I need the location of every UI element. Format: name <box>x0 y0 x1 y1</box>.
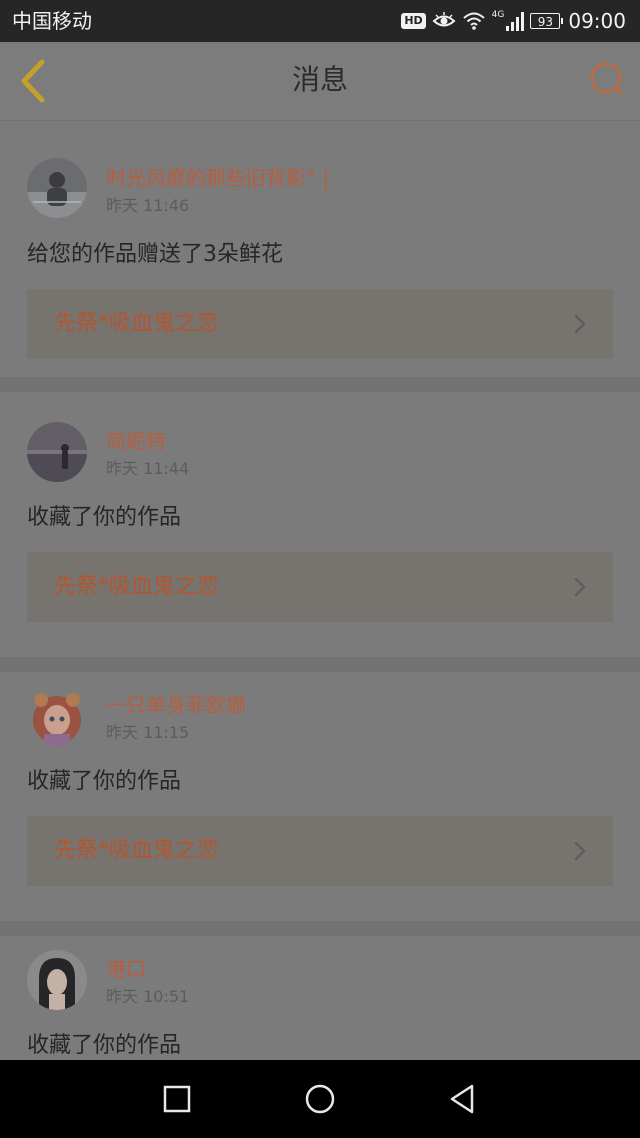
recent-apps-icon[interactable] <box>160 1082 194 1116</box>
chevron-right-icon <box>574 314 586 334</box>
back-icon[interactable] <box>446 1082 480 1116</box>
divider <box>0 657 640 672</box>
work-title: 先祭*吸血鬼之恋 <box>54 838 220 863</box>
message-text: 给您的作品赠送了3朵鲜花 <box>27 242 283 267</box>
timestamp: 昨天 11:46 <box>106 196 190 215</box>
message-text: 收藏了你的作品 <box>27 769 182 794</box>
status-icons: HD 4G 93 09:00 <box>401 8 626 34</box>
carrier-name: 中国移动 <box>12 9 92 33</box>
search-button[interactable] <box>586 60 626 100</box>
wifi-icon <box>462 12 485 30</box>
system-navigation-bar <box>0 1060 640 1138</box>
home-icon[interactable] <box>303 1082 337 1116</box>
message-text: 收藏了你的作品 <box>27 1033 182 1058</box>
hd-icon: HD <box>401 13 426 29</box>
work-link[interactable]: 先祭*吸血鬼之恋 <box>27 289 613 359</box>
work-link[interactable]: 先祭*吸血鬼之恋 <box>27 552 613 622</box>
chevron-right-icon <box>574 577 586 597</box>
avatar[interactable] <box>27 422 87 482</box>
list-item: 时光风靡的那些旧背影° | 昨天 11:46 给您的作品赠送了3朵鲜花 先祭*吸… <box>0 121 640 377</box>
avatar[interactable] <box>27 686 87 746</box>
cellular-signal-icon <box>506 12 525 31</box>
list-item: 港口 昨天 10:51 收藏了你的作品 <box>0 936 640 1060</box>
work-title: 先祭*吸血鬼之恋 <box>54 311 220 336</box>
avatar[interactable] <box>27 950 87 1010</box>
list-item: 一只单身菲欧娜 昨天 11:15 收藏了你的作品 先祭*吸血鬼之恋 <box>0 672 640 921</box>
username[interactable]: 时光风靡的那些旧背影° | <box>106 165 329 191</box>
timestamp: 昨天 11:44 <box>106 459 190 478</box>
divider <box>0 377 640 392</box>
work-link[interactable]: 先祭*吸血鬼之恋 <box>27 816 613 886</box>
clock: 09:00 <box>568 9 626 33</box>
status-bar: 中国移动 HD 4G 93 09:00 <box>0 0 640 42</box>
message-list[interactable]: 时光风靡的那些旧背影° | 昨天 11:46 给您的作品赠送了3朵鲜花 先祭*吸… <box>0 121 640 1060</box>
username[interactable]: 一只单身菲欧娜 <box>106 692 246 718</box>
timestamp: 昨天 11:15 <box>106 723 190 742</box>
network-type-label: 4G <box>491 10 505 20</box>
list-item: 简妮特 昨天 11:44 收藏了你的作品 先祭*吸血鬼之恋 <box>0 392 640 657</box>
username[interactable]: 港口 <box>106 956 146 982</box>
divider <box>0 921 640 936</box>
eye-comfort-icon <box>432 12 456 27</box>
timestamp: 昨天 10:51 <box>106 987 190 1006</box>
page-title: 消息 <box>291 63 348 96</box>
header-bar: 消息 <box>0 42 640 121</box>
battery-icon: 93 <box>530 13 564 29</box>
avatar[interactable] <box>27 158 87 218</box>
chevron-right-icon <box>574 841 586 861</box>
username[interactable]: 简妮特 <box>106 428 166 454</box>
message-text: 收藏了你的作品 <box>27 505 182 530</box>
search-icon <box>590 62 623 95</box>
work-title: 先祭*吸血鬼之恋 <box>54 574 220 599</box>
